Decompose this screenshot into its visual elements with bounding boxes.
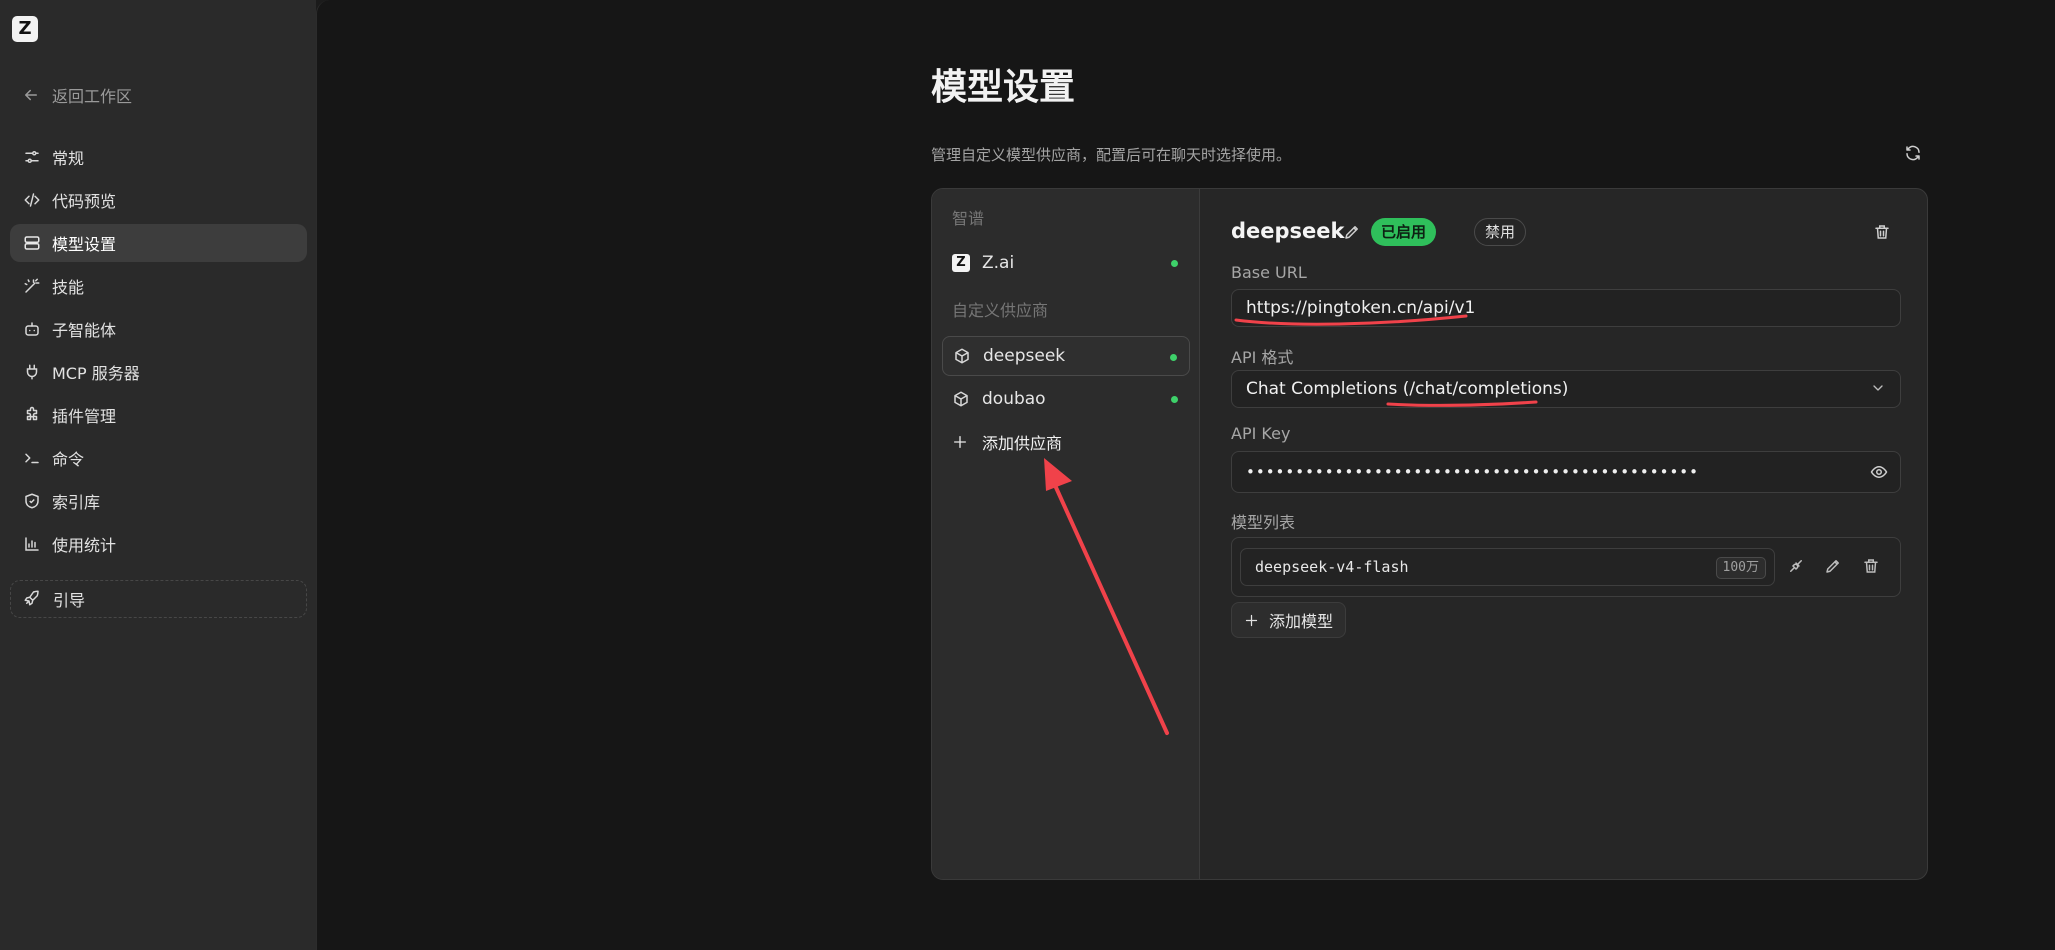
nav-label: 使用统计 bbox=[52, 536, 117, 555]
nav-label: 代码预览 bbox=[52, 192, 117, 211]
nav-label: 插件管理 bbox=[52, 407, 117, 426]
rocket-icon bbox=[23, 589, 43, 609]
api-key-label: API Key bbox=[1231, 424, 1291, 443]
pencil-icon[interactable] bbox=[1824, 557, 1844, 577]
package-icon bbox=[953, 347, 971, 365]
provider-name: deepseek bbox=[983, 346, 1066, 366]
page-title: 模型设置 bbox=[931, 67, 1076, 108]
trash-icon[interactable] bbox=[1862, 557, 1882, 577]
refresh-icon[interactable] bbox=[1904, 144, 1924, 164]
status-dot bbox=[1170, 354, 1177, 361]
settings-nav: 常规 代码预览 模型设置 技能 子智能体 MCP 服务器 插件管理 命令 索引库… bbox=[10, 138, 307, 568]
model-id-input[interactable]: deepseek-v4-flash 100万 bbox=[1240, 548, 1775, 586]
model-id: deepseek-v4-flash bbox=[1255, 558, 1409, 576]
bar-chart-icon bbox=[22, 534, 42, 554]
magic-wand-icon bbox=[22, 276, 42, 296]
nav-label: 子智能体 bbox=[52, 321, 117, 340]
nav-item-index[interactable]: 索引库 bbox=[10, 482, 307, 520]
disable-button[interactable]: 禁用 bbox=[1474, 218, 1527, 246]
api-format-label: API 格式 bbox=[1231, 348, 1294, 367]
provider-item-zai[interactable]: Z Z.ai bbox=[942, 243, 1190, 283]
back-label: 返回工作区 bbox=[52, 87, 133, 106]
api-format-value: Chat Completions (/chat/completions) bbox=[1246, 379, 1569, 399]
group-label-custom: 自定义供应商 bbox=[952, 301, 1049, 320]
nav-item-plugins[interactable]: 插件管理 bbox=[10, 396, 307, 434]
back-to-workspace-button[interactable]: 返回工作区 bbox=[22, 82, 132, 108]
nav-item-commands[interactable]: 命令 bbox=[10, 439, 307, 477]
package-icon bbox=[952, 390, 970, 408]
base-url-value: https://pingtoken.cn/api/v1 bbox=[1246, 298, 1476, 318]
api-key-input[interactable]: ••••••••••••••••••••••••••••••••••••••••… bbox=[1231, 451, 1901, 493]
sidebar: Z 返回工作区 常规 代码预览 模型设置 技能 子智能体 MCP 服务器 插件管… bbox=[0, 0, 316, 950]
provider-detail: deepseek 已启用 禁用 Base URL https://pingtok… bbox=[1201, 189, 1927, 879]
nav-item-sub-agents[interactable]: 子智能体 bbox=[10, 310, 307, 348]
api-key-value: ••••••••••••••••••••••••••••••••••••••••… bbox=[1246, 463, 1699, 481]
eye-icon[interactable] bbox=[1870, 463, 1888, 481]
provider-name: Z.ai bbox=[982, 253, 1015, 273]
add-provider-label: 添加供应商 bbox=[982, 434, 1063, 453]
enabled-badge: 已启用 bbox=[1371, 218, 1437, 246]
nav-label: 模型设置 bbox=[52, 235, 117, 254]
puzzle-icon bbox=[22, 405, 42, 425]
nav-item-skills[interactable]: 技能 bbox=[10, 267, 307, 305]
guide-button[interactable]: 引导 bbox=[10, 580, 307, 618]
test-connection-icon[interactable] bbox=[1787, 557, 1807, 577]
sliders-icon bbox=[22, 147, 42, 167]
server-icon bbox=[22, 233, 42, 253]
plus-icon bbox=[952, 434, 968, 450]
base-url-input[interactable]: https://pingtoken.cn/api/v1 bbox=[1231, 289, 1901, 327]
add-model-label: 添加模型 bbox=[1269, 612, 1334, 631]
add-model-button[interactable]: 添加模型 bbox=[1231, 602, 1347, 638]
api-format-select[interactable]: Chat Completions (/chat/completions) bbox=[1231, 370, 1901, 408]
model-list: deepseek-v4-flash 100万 bbox=[1231, 537, 1901, 597]
page-subtitle: 管理自定义模型供应商，配置后可在聊天时选择使用。 bbox=[931, 146, 1292, 164]
nav-label: 索引库 bbox=[52, 493, 101, 512]
nav-item-mcp-servers[interactable]: MCP 服务器 bbox=[10, 353, 307, 391]
nav-label: 常规 bbox=[52, 149, 85, 168]
status-dot bbox=[1171, 260, 1178, 267]
nav-item-usage-stats[interactable]: 使用统计 bbox=[10, 525, 307, 563]
trash-icon[interactable] bbox=[1873, 223, 1893, 243]
base-url-label: Base URL bbox=[1231, 263, 1307, 282]
provider-list: 智谱 Z Z.ai 自定义供应商 deepseek doubao 添加供应商 bbox=[932, 189, 1200, 879]
app-logo[interactable]: Z bbox=[12, 16, 38, 42]
nav-item-code-preview[interactable]: 代码预览 bbox=[10, 181, 307, 219]
nav-label: 命令 bbox=[52, 450, 85, 469]
add-provider-button[interactable]: 添加供应商 bbox=[952, 427, 1062, 457]
shield-icon bbox=[22, 491, 42, 511]
provider-settings-card: 智谱 Z Z.ai 自定义供应商 deepseek doubao 添加供应商 d… bbox=[931, 188, 1928, 880]
status-dot bbox=[1171, 396, 1178, 403]
nav-item-general[interactable]: 常规 bbox=[10, 138, 307, 176]
group-label-builtin: 智谱 bbox=[952, 209, 985, 228]
provider-item-doubao[interactable]: doubao bbox=[942, 379, 1190, 419]
models-label: 模型列表 bbox=[1231, 513, 1296, 532]
pencil-icon[interactable] bbox=[1343, 223, 1363, 243]
provider-name: doubao bbox=[982, 389, 1046, 409]
arrow-left-icon bbox=[22, 86, 40, 104]
terminal-icon bbox=[22, 448, 42, 468]
code-icon bbox=[22, 190, 42, 210]
plus-icon bbox=[1244, 613, 1259, 628]
context-badge: 100万 bbox=[1715, 557, 1766, 579]
zai-logo-icon: Z bbox=[952, 254, 970, 272]
provider-title: deepseek bbox=[1231, 219, 1345, 243]
chevron-down-icon bbox=[1870, 380, 1888, 398]
plug-icon bbox=[22, 362, 42, 382]
provider-item-deepseek[interactable]: deepseek bbox=[942, 336, 1190, 376]
nav-label: MCP 服务器 bbox=[52, 364, 140, 383]
guide-label: 引导 bbox=[53, 591, 86, 610]
nav-label: 技能 bbox=[52, 278, 85, 297]
robot-icon bbox=[22, 319, 42, 339]
nav-item-model-settings[interactable]: 模型设置 bbox=[10, 224, 307, 262]
